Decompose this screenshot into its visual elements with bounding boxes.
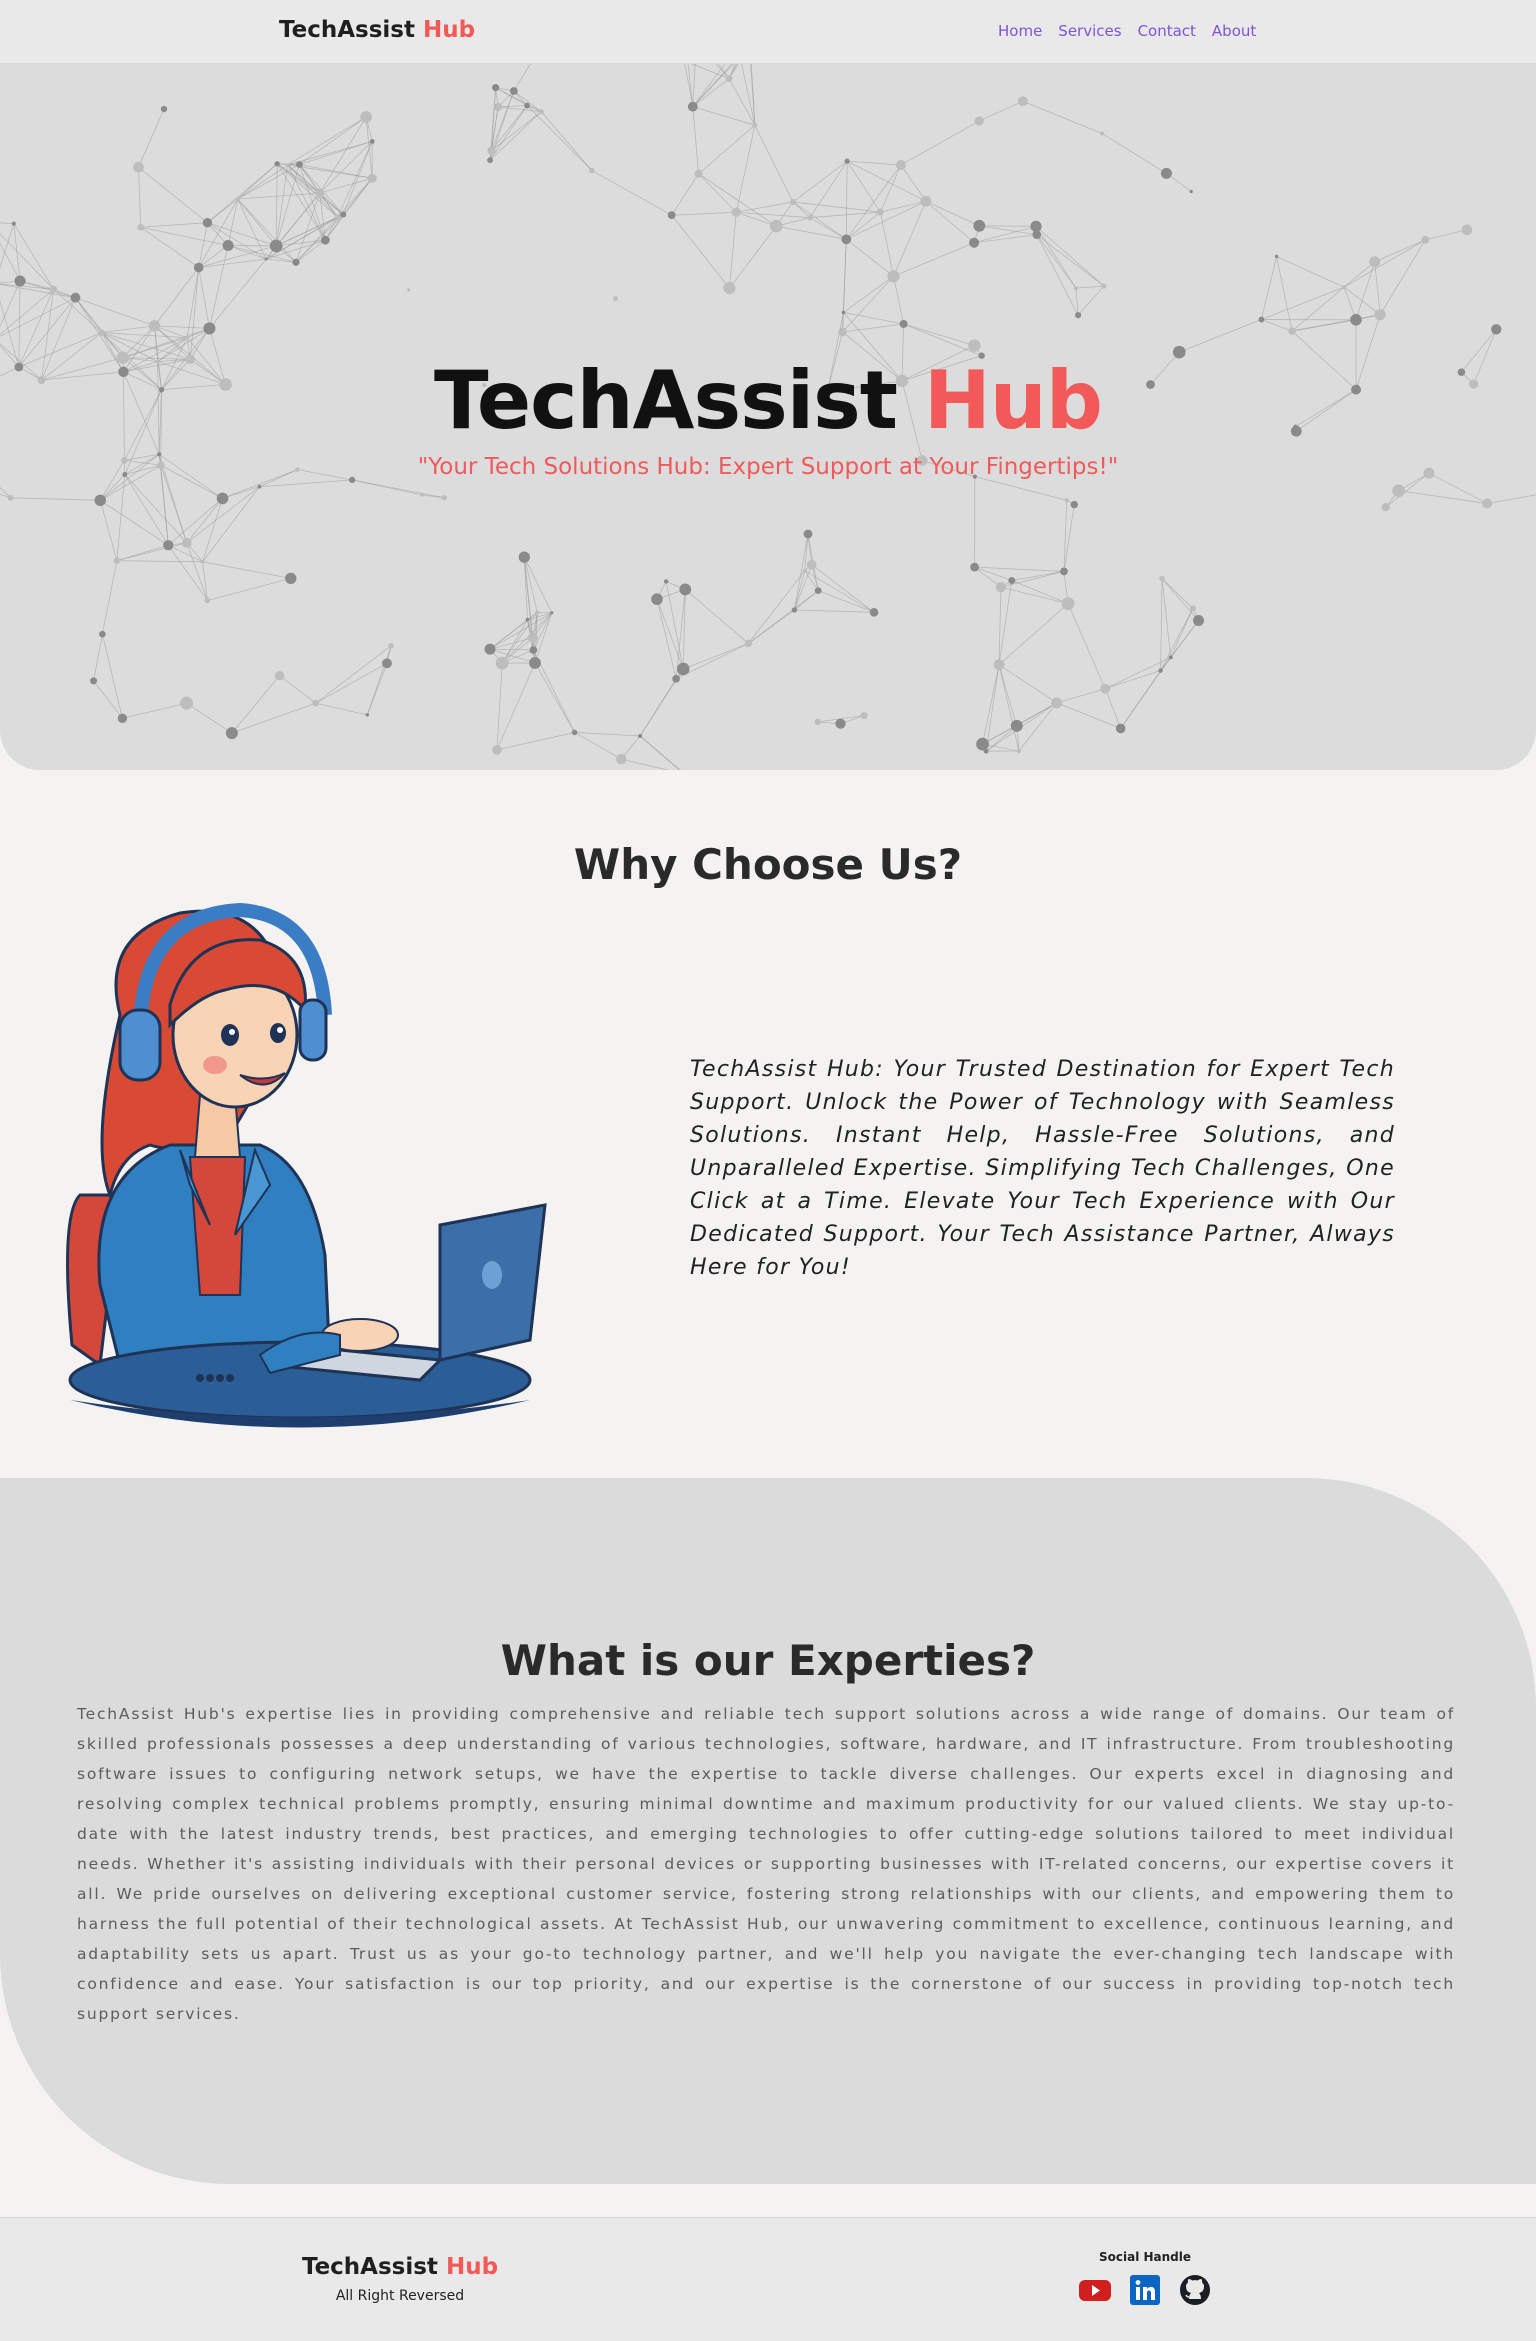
footer: TechAssist Hub All Right Reversed Social…	[0, 2217, 1536, 2341]
nav-brand-main: TechAssist	[279, 17, 415, 43]
nav-link-home[interactable]: Home	[998, 22, 1042, 40]
social-handle-label: Social Handle	[1098, 2250, 1192, 2264]
expertise-heading: What is our Experties?	[500, 1636, 1036, 1685]
linkedin-icon[interactable]	[1128, 2273, 1162, 2307]
hero-tagline: "Your Tech Solutions Hub: Expert Support…	[417, 454, 1119, 480]
nav-brand-accent: Hub	[423, 17, 476, 43]
youtube-icon[interactable]	[1078, 2273, 1112, 2307]
why-choose-us-text: TechAssist Hub: Your Trusted Destination…	[690, 1057, 1395, 1280]
hero-section: TechAssist Hub "Your Tech Solutions Hub:…	[0, 64, 1536, 770]
nav-links: Home Services Contact About	[998, 22, 1256, 40]
hero-title-main: TechAssist	[433, 354, 898, 447]
github-icon[interactable]	[1178, 2273, 1212, 2307]
nav-brand-logo[interactable]: TechAssist Hub	[279, 17, 475, 43]
nav-link-services[interactable]: Services	[1058, 22, 1121, 40]
hero-title-accent: Hub	[923, 354, 1103, 447]
expertise-text: TechAssist Hub's expertise lies in provi…	[77, 1705, 1455, 2023]
footer-rights-text: All Right Reversed	[335, 2288, 465, 2304]
footer-brand-accent: Hub	[445, 2254, 499, 2280]
why-choose-us-heading: Why Choose Us?	[573, 840, 963, 889]
social-icons	[1078, 2273, 1212, 2307]
nav-link-about[interactable]: About	[1212, 22, 1256, 40]
nav-link-contact[interactable]: Contact	[1138, 22, 1196, 40]
expertise-section: What is our Experties? TechAssist Hub's …	[0, 1478, 1536, 2184]
footer-brand-logo: TechAssist Hub	[240, 2254, 560, 2280]
footer-brand-main: TechAssist	[301, 2254, 438, 2280]
support-agent-illustration	[66, 902, 547, 1428]
top-navbar: TechAssist Hub Home Services Contact Abo…	[0, 0, 1536, 64]
hero-title: TechAssist Hub	[0, 354, 1536, 447]
